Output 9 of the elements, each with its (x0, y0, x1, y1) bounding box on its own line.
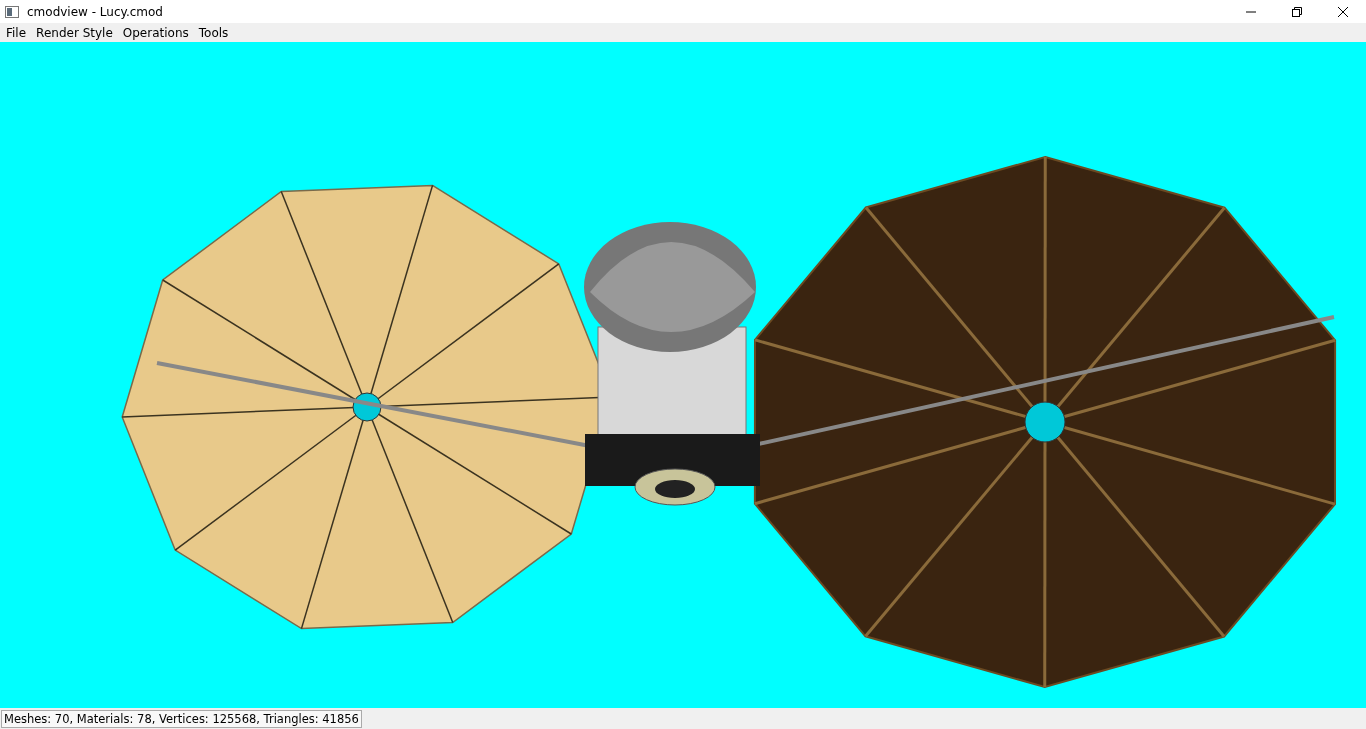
menu-item[interactable]: Render Style (31, 25, 118, 40)
menu-item[interactable]: File (1, 25, 32, 40)
close-icon (1338, 6, 1348, 17)
status-text: Meshes: 70, Materials: 78, Vertices: 125568, Triangles: 41856 (1, 709, 362, 728)
restore-icon (1292, 6, 1302, 17)
menu-item[interactable]: Tools (193, 25, 234, 40)
menu-item[interactable]: Operations (117, 25, 194, 40)
window-title: cmodview - Lucy.cmod (27, 4, 163, 19)
app-icon (5, 5, 19, 18)
